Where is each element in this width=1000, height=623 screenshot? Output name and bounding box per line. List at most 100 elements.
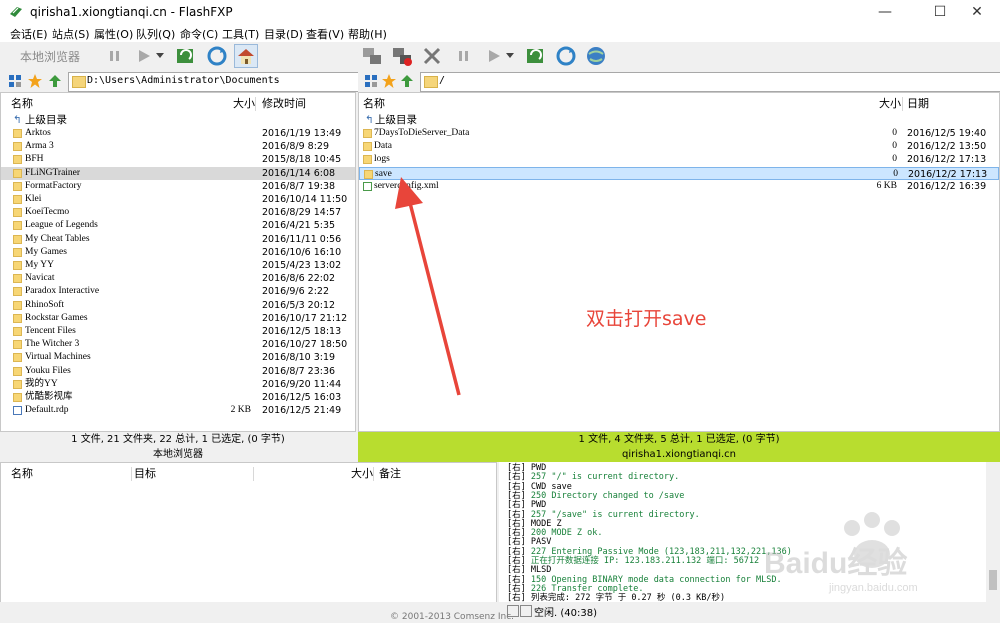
- menu-directory[interactable]: 目录(D): [264, 26, 303, 42]
- local-file-row[interactable]: 优酷影视库 2016/12/5 16:03: [1, 391, 355, 404]
- chevron-down-icon[interactable]: [504, 44, 516, 68]
- minimize-button[interactable]: —: [862, 0, 908, 24]
- column-header-size[interactable]: 大小: [233, 93, 255, 115]
- refresh-icon[interactable]: [554, 44, 578, 68]
- go-up-icon[interactable]: [46, 72, 64, 90]
- remote-file-row[interactable]: 7DaysToDieServer_Data 0 2016/12/5 19:40: [359, 127, 999, 140]
- go-up-icon[interactable]: [398, 72, 416, 90]
- queue-header-target[interactable]: 目标: [134, 463, 156, 485]
- transfer-refresh-icon[interactable]: [174, 44, 198, 68]
- globe-icon[interactable]: [584, 44, 608, 68]
- abort-icon[interactable]: [420, 44, 444, 68]
- play-icon[interactable]: [132, 44, 156, 68]
- remote-path-input[interactable]: / ▼: [420, 72, 1000, 92]
- file-date: 2016/10/27 18:50: [262, 339, 348, 351]
- file-date: 2016/8/6 22:02: [262, 273, 336, 285]
- local-file-row[interactable]: My Games 2016/10/6 16:10: [1, 246, 355, 259]
- file-date: 2016/8/29 14:57: [262, 207, 342, 219]
- copyright-text: © 2001-2013 Comsenz Inc.: [390, 612, 515, 622]
- column-divider: [253, 467, 254, 481]
- chevron-down-icon[interactable]: [154, 44, 166, 68]
- folder-icon: [13, 379, 22, 389]
- local-file-row[interactable]: League of Legends 2016/4/21 5:35: [1, 219, 355, 232]
- local-file-row[interactable]: My YY 2015/4/23 13:02: [1, 259, 355, 272]
- local-file-list[interactable]: 名称 大小 修改时间 ↰ 上级目录 Arktos 2016/1/19 13:49 A…: [0, 92, 356, 432]
- queue-header-size[interactable]: 大小: [351, 463, 373, 485]
- menu-session[interactable]: 会话(E): [10, 26, 48, 42]
- remote-path-text: /: [439, 75, 446, 86]
- rdp-file-icon: [13, 406, 22, 416]
- local-path-input[interactable]: D:\Users\Administrator\Documents ▼: [68, 72, 371, 92]
- local-file-row[interactable]: FormatFactory 2016/8/7 19:38: [1, 180, 355, 193]
- local-file-row[interactable]: Navicat 2016/8/6 22:02: [1, 272, 355, 285]
- transfer-queue[interactable]: 名称 目标 大小 备注: [0, 462, 497, 614]
- transfer-refresh-icon[interactable]: [524, 44, 548, 68]
- remote-file-row[interactable]: logs 0 2016/12/2 17:13: [359, 153, 999, 166]
- column-header-date[interactable]: 日期: [907, 93, 929, 115]
- file-date: 2016/10/6 16:10: [262, 246, 342, 258]
- local-file-row[interactable]: The Witcher 3 2016/10/27 18:50: [1, 338, 355, 351]
- session-log[interactable]: [右] PWD [右] 257 "/" is current directory.…: [499, 462, 1000, 602]
- column-header-size[interactable]: 大小: [879, 93, 901, 115]
- footer-bar: 空闲. (40:38) © 2001-2013 Comsenz Inc.: [0, 602, 1000, 623]
- local-file-row[interactable]: Rockstar Games 2016/10/17 21:12: [1, 312, 355, 325]
- play-icon[interactable]: [482, 44, 506, 68]
- connect-icon[interactable]: [360, 44, 384, 68]
- file-date: 2016/8/10 3:19: [262, 352, 336, 364]
- file-name: Klei: [25, 194, 42, 204]
- queue-header-name[interactable]: 名称: [11, 463, 33, 485]
- parent-directory-row[interactable]: ↰ 上级目录: [359, 114, 999, 128]
- file-name: My Cheat Tables: [25, 233, 90, 244]
- file-size: 0: [892, 128, 897, 138]
- remote-status-bar: 1 文件, 4 文件夹, 5 总计, 1 已选定, (0 字节) qirisha…: [358, 432, 1000, 462]
- file-name: My Games: [25, 246, 67, 257]
- menu-view[interactable]: 查看(V): [306, 26, 344, 42]
- remote-file-list[interactable]: 名称 大小 日期 ↰ 上级目录 7DaysToDieServer_Data 0 20…: [358, 92, 1000, 432]
- local-file-row[interactable]: KoeiTecmo 2016/8/29 14:57: [1, 206, 355, 219]
- menu-commands[interactable]: 命令(C): [180, 26, 218, 42]
- file-name: 我的YY: [25, 378, 58, 389]
- local-file-row[interactable]: My Cheat Tables 2016/11/11 0:56: [1, 233, 355, 246]
- pause-icon[interactable]: [452, 44, 476, 68]
- local-file-row[interactable]: FLiNGTrainer 2016/1/14 6:08: [1, 166, 355, 180]
- star-icon[interactable]: [26, 72, 44, 90]
- column-header-name[interactable]: 名称: [363, 93, 385, 115]
- menu-help[interactable]: 帮助(H): [348, 26, 387, 42]
- local-file-row[interactable]: Arma 3 2016/8/9 8:29: [1, 140, 355, 153]
- local-file-row[interactable]: BFH 2015/8/18 10:45: [1, 153, 355, 166]
- refresh-icon[interactable]: [205, 44, 229, 68]
- local-file-row[interactable]: Klei 2016/10/14 11:50: [1, 193, 355, 206]
- pause-icon[interactable]: [103, 44, 127, 68]
- local-file-row[interactable]: Paradox Interactive 2016/9/6 2:22: [1, 285, 355, 298]
- local-file-row[interactable]: Arktos 2016/1/19 13:49: [1, 127, 355, 140]
- local-file-row[interactable]: Default.rdp 2 KB 2016/12/5 21:49: [1, 404, 355, 417]
- queue-header-note[interactable]: 备注: [379, 463, 401, 485]
- local-file-row[interactable]: RhinoSoft 2016/5/3 20:12: [1, 299, 355, 312]
- local-browser-button[interactable]: 本地浏览器: [20, 48, 80, 65]
- menu-sites[interactable]: 站点(S): [52, 26, 90, 42]
- site-manager-icon[interactable]: [6, 72, 24, 90]
- column-header-name[interactable]: 名称: [11, 93, 33, 115]
- menu-properties[interactable]: 属性(O): [94, 26, 133, 42]
- folder-icon: [13, 195, 22, 204]
- local-file-row[interactable]: Virtual Machines 2016/8/10 3:19: [1, 351, 355, 364]
- menu-tools[interactable]: 工具(T): [222, 26, 259, 42]
- file-date: 2016/12/5 21:49: [262, 405, 342, 417]
- flashfxp-app-icon: [10, 7, 22, 17]
- local-file-row[interactable]: Tencent Files 2016/12/5 18:13: [1, 325, 355, 338]
- folder-icon: [13, 340, 22, 350]
- disconnect-icon[interactable]: [390, 44, 414, 68]
- site-manager-icon[interactable]: [362, 72, 380, 90]
- menu-queue[interactable]: 队列(Q): [136, 26, 175, 42]
- folder-icon: [13, 208, 22, 218]
- file-date: 2016/9/20 11:44: [262, 378, 342, 390]
- file-name: FormatFactory: [25, 180, 82, 191]
- close-button[interactable]: ✕: [954, 0, 1000, 24]
- star-icon[interactable]: [380, 72, 398, 90]
- home-icon[interactable]: [234, 44, 258, 68]
- local-file-row[interactable]: Youku Files 2016/8/7 23:36: [1, 365, 355, 378]
- column-header-date[interactable]: 修改时间: [262, 93, 306, 115]
- parent-directory-row[interactable]: ↰ 上级目录: [1, 114, 355, 128]
- remote-file-row[interactable]: Data 0 2016/12/2 13:50: [359, 140, 999, 153]
- local-file-row[interactable]: 我的YY 2016/9/20 11:44: [1, 378, 355, 391]
